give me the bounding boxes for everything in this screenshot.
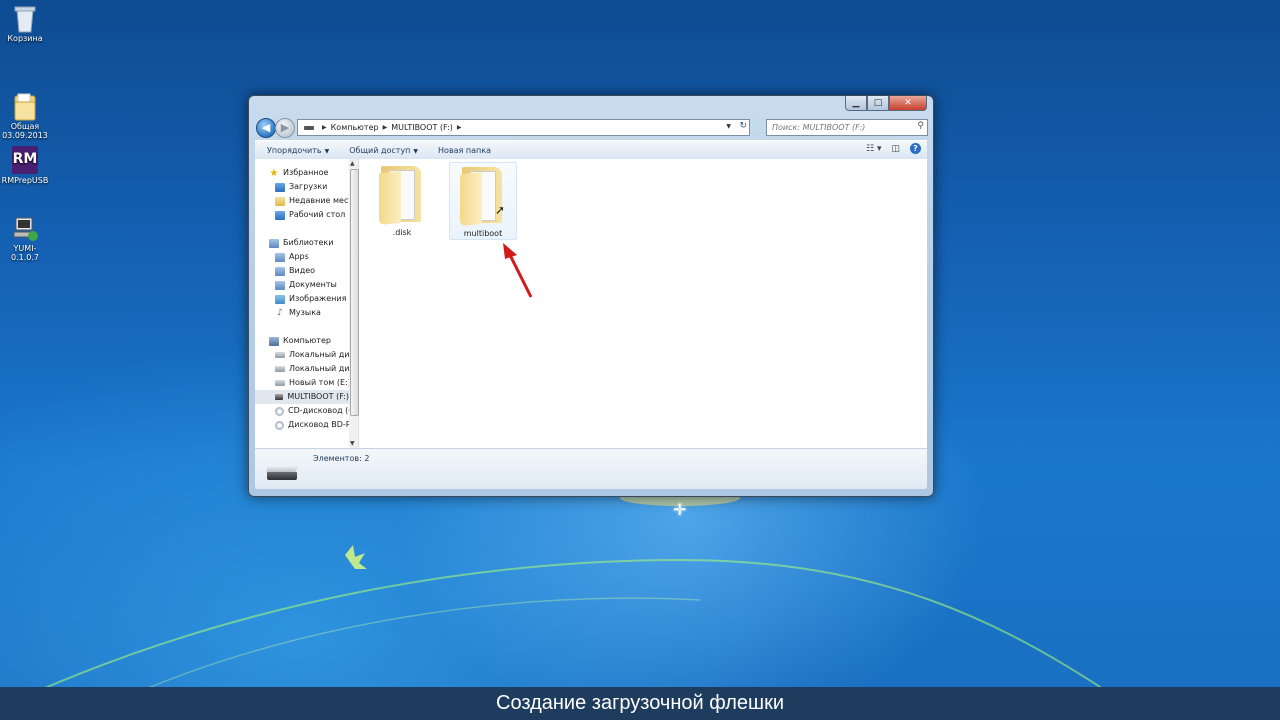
chevron-right-icon: ▶ [382, 124, 388, 131]
mouse-pointer-icon: ➚ [495, 203, 506, 217]
nav-computer[interactable]: Компьютер [269, 334, 331, 348]
libraries-icon [269, 238, 279, 248]
nav-new-volume[interactable]: Новый том (E:) [275, 376, 349, 390]
red-arrow-annotation [503, 243, 533, 298]
disk-icon [275, 380, 285, 386]
nav-favorites[interactable]: ★ Избранное [269, 166, 329, 180]
music-icon: ♪ [277, 307, 283, 318]
disk-icon [275, 366, 285, 372]
usb-drive-icon [265, 466, 299, 480]
address-bar[interactable]: ▶ Компьютер ▶ MULTIBOOT (F:) ▶ ▼ ↻ [297, 119, 750, 136]
back-button[interactable]: ◀ [256, 118, 276, 138]
share-menu[interactable]: Общий доступ ▼ [349, 146, 418, 155]
scroll-down-icon[interactable]: ▼ [350, 440, 355, 447]
star-icon: ★ [269, 167, 279, 179]
nav-cd-drive[interactable]: CD-дисковод (G [275, 404, 349, 418]
nav-music[interactable]: ♪ Музыка [275, 306, 321, 320]
file-list: .disk multiboot ➚ [359, 159, 927, 448]
scroll-thumb[interactable] [350, 169, 359, 416]
yumi-icon [12, 214, 38, 242]
desktop-icon-label: RMPrepUSB [1, 176, 49, 185]
file-item-disk[interactable]: .disk [369, 162, 435, 238]
nav-local-disk-1[interactable]: Локальный диск [275, 348, 349, 362]
organize-menu[interactable]: Упорядочить ▼ [267, 146, 329, 155]
command-bar: Упорядочить ▼ Общий доступ ▼ Новая папка ☷… [255, 140, 927, 160]
file-name: multiboot [463, 229, 503, 238]
computer-icon [269, 336, 279, 346]
explorer-window: ▁ □ ✕ ◀ ▶ ▶ Компьютер ▶ MULTIBOOT (F:) ▶… [248, 95, 934, 497]
search-box: ⚲ [766, 119, 928, 136]
scroll-up-icon[interactable]: ▲ [350, 160, 355, 167]
item-count: Элементов: 2 [313, 454, 370, 463]
desktop-icon-label: YUMI-0.1.0.7 [11, 244, 39, 262]
desktop-icon-label: Корзина [7, 34, 43, 43]
preview-pane-icon[interactable]: ◫ [891, 144, 900, 154]
explorer-body: ★Избранное Загрузки Недавние места Рабоч… [255, 159, 927, 449]
nav-documents[interactable]: Документы [275, 278, 337, 292]
help-icon[interactable]: ? [910, 143, 921, 154]
rmprepusb-icon: RM [12, 146, 38, 174]
window-caption-buttons: ▁ □ ✕ [845, 96, 927, 111]
file-name: .disk [392, 228, 412, 237]
folder-icon [12, 83, 38, 121]
drive-icon [304, 125, 314, 130]
nav-apps[interactable]: Apps [275, 250, 309, 264]
video-icon [275, 266, 285, 276]
nav-bd-drive[interactable]: Дисковод BD-RO [275, 418, 349, 432]
nav-pictures[interactable]: Изображения [275, 292, 346, 306]
chevron-down-icon: ▼ [324, 147, 330, 155]
nav-downloads[interactable]: Загрузки [275, 180, 327, 194]
nav-desktop[interactable]: Рабочий стол [275, 208, 345, 222]
file-item-multiboot[interactable]: multiboot [449, 162, 517, 240]
recycle-bin-icon [12, 4, 38, 33]
breadcrumb-multiboot[interactable]: MULTIBOOT (F:) [391, 123, 453, 132]
cd-icon [275, 406, 284, 416]
navigation-scrollbar[interactable]: ▲ ▼ [349, 159, 359, 448]
chevron-down-icon: ▼ [413, 147, 419, 155]
video-caption: Создание загрузочной флешки [0, 687, 1280, 720]
busy-cursor-icon: ✛ [673, 500, 687, 519]
maximize-button[interactable]: □ [867, 96, 889, 111]
usb-drive-icon [275, 394, 284, 400]
address-history-dropdown[interactable]: ▼ [726, 123, 731, 130]
library-icon [275, 252, 285, 262]
view-options-icon[interactable]: ☷ ▾ [866, 144, 881, 154]
refresh-icon[interactable]: ↻ [739, 121, 747, 131]
desktop-icon-recycle-bin[interactable]: Корзина [0, 4, 50, 43]
folder-icon [379, 166, 423, 226]
bd-icon [275, 420, 284, 430]
breadcrumb-computer[interactable]: Компьютер [331, 123, 379, 132]
nav-libraries[interactable]: Библиотеки [269, 236, 333, 250]
search-input[interactable] [767, 122, 914, 133]
nav-multiboot[interactable]: MULTIBOOT (F:) [255, 390, 349, 404]
search-icon[interactable]: ⚲ [917, 121, 924, 131]
minimize-button[interactable]: ▁ [845, 96, 867, 111]
nav-local-disk-2[interactable]: Локальный диск [275, 362, 349, 376]
new-folder-button[interactable]: Новая папка [438, 146, 491, 155]
chevron-right-icon: ▶ [322, 124, 327, 131]
desktop-icon [275, 210, 285, 220]
desktop-icon-yumi[interactable]: YUMI-0.1.0.7 [0, 214, 50, 262]
close-button[interactable]: ✕ [889, 96, 927, 111]
disk-icon [275, 352, 285, 358]
navigation-pane: ★Избранное Загрузки Недавние места Рабоч… [255, 159, 350, 448]
desktop-icon-shared-folder[interactable]: Общая 03.09.2013 [0, 74, 50, 149]
forward-button[interactable]: ▶ [275, 118, 295, 138]
address-row: ◀ ▶ ▶ Компьютер ▶ MULTIBOOT (F:) ▶ ▼ ↻ ⚲ [255, 117, 928, 138]
recent-places-icon [275, 196, 285, 206]
desktop-icon-rmprepusb[interactable]: RM RMPrepUSB [0, 146, 50, 185]
desktop-icon-label: Общая 03.09.2013 [2, 122, 48, 140]
nav-video[interactable]: Видео [275, 264, 315, 278]
documents-icon [275, 280, 285, 290]
details-pane: Элементов: 2 [255, 449, 927, 489]
nav-recent[interactable]: Недавние места [275, 194, 349, 208]
downloads-icon [275, 182, 285, 192]
chevron-right-icon: ▶ [456, 124, 462, 131]
pictures-icon [275, 294, 285, 304]
